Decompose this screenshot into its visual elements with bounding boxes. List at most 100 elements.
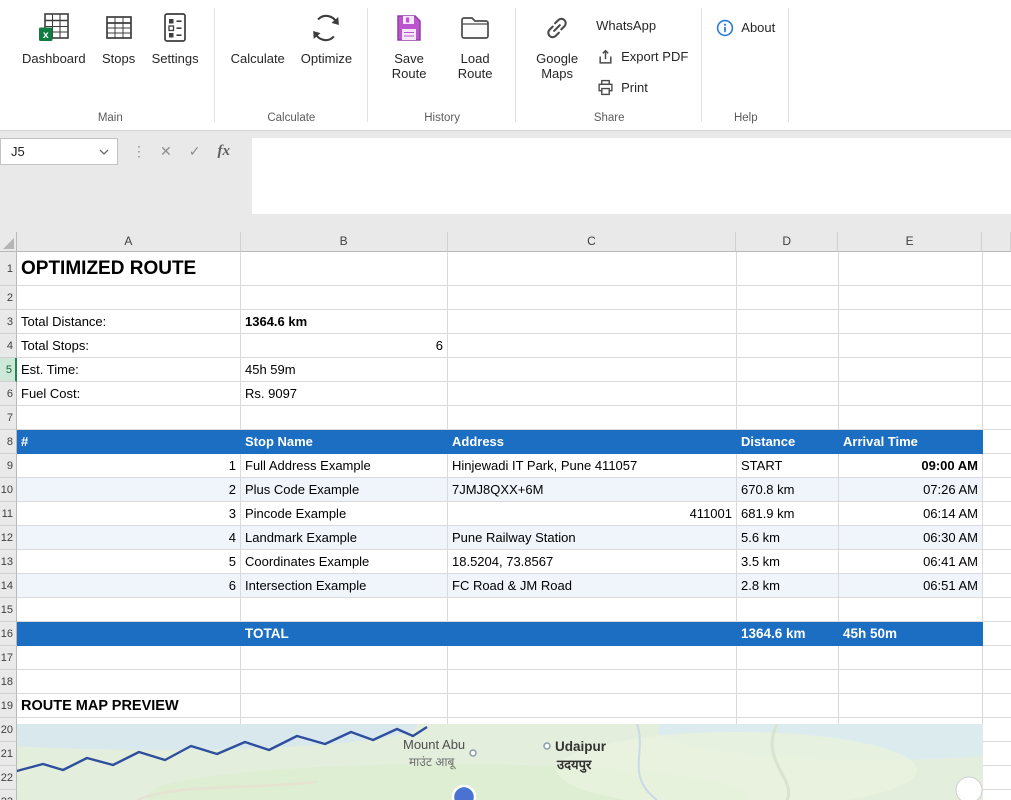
row-header-10[interactable]: 10	[0, 478, 17, 502]
row-header-5[interactable]: 5	[0, 358, 17, 382]
cell-A12[interactable]: 4	[17, 526, 241, 550]
about-button[interactable]: About	[710, 12, 781, 43]
cell-A10[interactable]: 2	[17, 478, 241, 502]
cell-F8[interactable]	[983, 430, 1011, 454]
row-header-19[interactable]: 19	[0, 694, 17, 718]
cell-C17[interactable]	[448, 646, 737, 670]
cell-A3[interactable]: Total Distance:	[17, 310, 241, 334]
cell-A5[interactable]: Est. Time:	[17, 358, 241, 382]
cell-B8[interactable]: Stop Name	[241, 430, 448, 454]
cell-D7[interactable]	[737, 406, 839, 430]
cell-F10[interactable]	[983, 478, 1011, 502]
optimize-button[interactable]: Optimize	[293, 2, 360, 67]
cell-B11[interactable]: Pincode Example	[241, 502, 448, 526]
cell-E8[interactable]: Arrival Time	[839, 430, 983, 454]
cell-E9[interactable]: 09:00 AM	[839, 454, 983, 478]
cell-E12[interactable]: 06:30 AM	[839, 526, 983, 550]
cell-C1[interactable]	[448, 252, 737, 286]
cell-C14[interactable]: FC Road & JM Road	[448, 574, 737, 598]
cell-E15[interactable]	[839, 598, 983, 622]
name-box-resize-handle[interactable]: ⋮	[132, 143, 145, 160]
cell-B3[interactable]: 1364.6 km	[241, 310, 448, 334]
cell-F2[interactable]	[983, 286, 1011, 310]
cell-D2[interactable]	[737, 286, 839, 310]
cell-D5[interactable]	[737, 358, 839, 382]
cell-E14[interactable]: 06:51 AM	[839, 574, 983, 598]
cell-E1[interactable]	[839, 252, 983, 286]
cell-F16[interactable]	[983, 622, 1011, 646]
cell-F12[interactable]	[983, 526, 1011, 550]
cell-A11[interactable]: 3	[17, 502, 241, 526]
insert-function-button[interactable]: fx	[215, 143, 232, 160]
cell-A7[interactable]	[17, 406, 241, 430]
row-header-20[interactable]: 20	[0, 718, 17, 742]
load-route-button[interactable]: Load Route	[442, 2, 508, 82]
cell-D4[interactable]	[737, 334, 839, 358]
cell-A18[interactable]	[17, 670, 241, 694]
cell-B13[interactable]: Coordinates Example	[241, 550, 448, 574]
cell-F9[interactable]	[983, 454, 1011, 478]
cell-E11[interactable]: 06:14 AM	[839, 502, 983, 526]
google-maps-button[interactable]: Google Maps	[524, 2, 590, 82]
cell-F18[interactable]	[983, 670, 1011, 694]
cell-A14[interactable]: 6	[17, 574, 241, 598]
cell-F13[interactable]	[983, 550, 1011, 574]
cell-A15[interactable]	[17, 598, 241, 622]
cell-E17[interactable]	[839, 646, 983, 670]
cell-A17[interactable]	[17, 646, 241, 670]
cell-C19[interactable]	[448, 694, 737, 718]
row-header-6[interactable]: 6	[0, 382, 17, 406]
cell-E18[interactable]	[839, 670, 983, 694]
cell-F22[interactable]	[983, 766, 1011, 790]
cell-A19[interactable]: ROUTE MAP PREVIEW	[17, 694, 241, 718]
cell-B7[interactable]	[241, 406, 448, 430]
cell-B1[interactable]	[241, 252, 448, 286]
cell-C3[interactable]	[448, 310, 737, 334]
cell-D15[interactable]	[737, 598, 839, 622]
cell-F17[interactable]	[983, 646, 1011, 670]
cell-F20[interactable]	[983, 718, 1011, 742]
row-header-8[interactable]: 8	[0, 430, 17, 454]
cell-D8[interactable]: Distance	[737, 430, 839, 454]
save-route-button[interactable]: Save Route	[376, 2, 442, 82]
cell-C6[interactable]	[448, 382, 737, 406]
cell-E3[interactable]	[839, 310, 983, 334]
dashboard-button[interactable]: x Dashboard	[14, 2, 94, 67]
cell-F6[interactable]	[983, 382, 1011, 406]
cell-A8[interactable]: #	[17, 430, 241, 454]
cell-C15[interactable]	[448, 598, 737, 622]
cell-A4[interactable]: Total Stops:	[17, 334, 241, 358]
row-header-18[interactable]: 18	[0, 670, 17, 694]
cell-D3[interactable]	[737, 310, 839, 334]
row-header-14[interactable]: 14	[0, 574, 17, 598]
cell-D16[interactable]: 1364.6 km	[737, 622, 839, 646]
cell-E2[interactable]	[839, 286, 983, 310]
row-header-4[interactable]: 4	[0, 334, 17, 358]
cell-B5[interactable]: 45h 59m	[241, 358, 448, 382]
cell-C12[interactable]: Pune Railway Station	[448, 526, 737, 550]
cell-B10[interactable]: Plus Code Example	[241, 478, 448, 502]
cell-F23[interactable]	[983, 790, 1011, 800]
cell-D10[interactable]: 670.8 km	[737, 478, 839, 502]
row-header-23[interactable]: 23	[0, 790, 17, 800]
cell-C13[interactable]: 18.5204, 73.8567	[448, 550, 737, 574]
cell-C9[interactable]: Hinjewadi IT Park, Pune 411057	[448, 454, 737, 478]
cell-E4[interactable]	[839, 334, 983, 358]
cell-C7[interactable]	[448, 406, 737, 430]
cell-C11[interactable]: 411001	[448, 502, 737, 526]
row-header-11[interactable]: 11	[0, 502, 17, 526]
cell-A2[interactable]	[17, 286, 241, 310]
cell-C2[interactable]	[448, 286, 737, 310]
cell-F19[interactable]	[983, 694, 1011, 718]
column-header-D[interactable]: D	[736, 232, 838, 252]
whatsapp-button[interactable]: WhatsApp	[590, 10, 662, 41]
cell-A16[interactable]	[17, 622, 241, 646]
export-pdf-button[interactable]: Export PDF	[590, 41, 694, 72]
enter-button[interactable]: ✓	[187, 143, 203, 160]
name-box[interactable]: J5	[0, 138, 118, 165]
cell-D14[interactable]: 2.8 km	[737, 574, 839, 598]
cell-C18[interactable]	[448, 670, 737, 694]
cell-D6[interactable]	[737, 382, 839, 406]
cell-F15[interactable]	[983, 598, 1011, 622]
row-header-1[interactable]: 1	[0, 252, 17, 286]
